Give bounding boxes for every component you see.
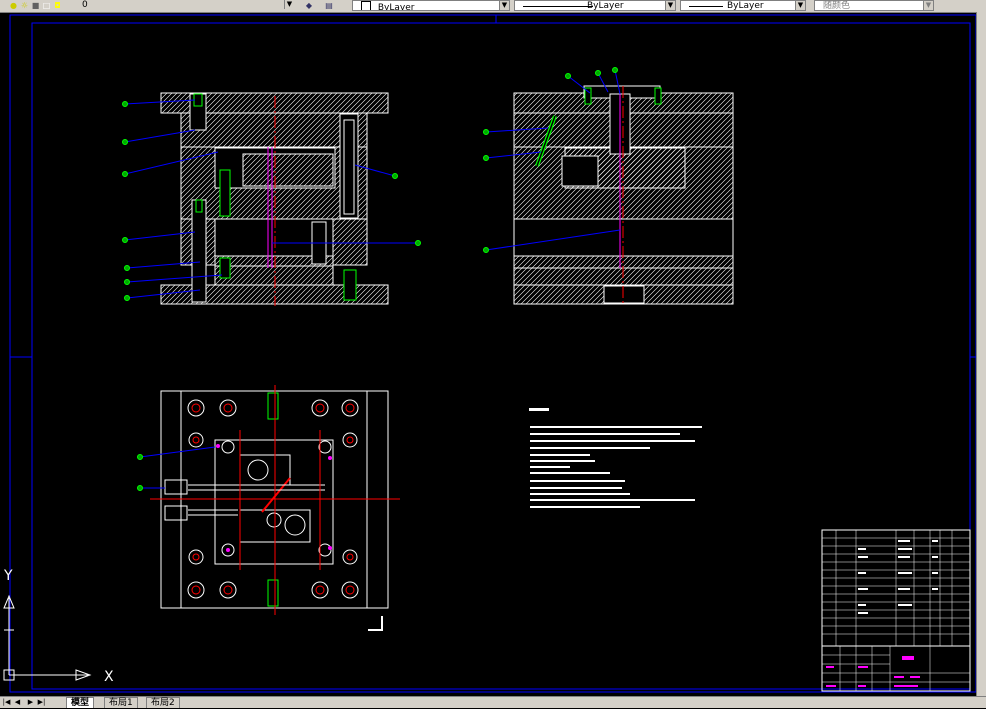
title-frame <box>821 645 971 692</box>
lineweight-preview <box>689 6 723 7</box>
vertical-scrollbar[interactable] <box>976 12 986 696</box>
plan-balloons[interactable] <box>137 454 143 491</box>
drawing-canvas[interactable]: X Y <box>0 12 986 696</box>
layer-lock-icon[interactable]: ■ <box>31 1 40 10</box>
cavity-plate <box>180 112 368 148</box>
title-block[interactable] <box>821 529 971 692</box>
linetype-preview <box>523 6 593 7</box>
prev-tab-icon[interactable]: ◀ <box>13 698 22 707</box>
side-knockout-hole <box>603 285 645 304</box>
water-fitting-bottom <box>164 505 188 521</box>
next-tab-icon[interactable]: ▶ <box>26 698 35 707</box>
plan-view[interactable] <box>137 385 401 631</box>
ejector-plate <box>214 265 334 286</box>
core-insert <box>242 153 334 187</box>
layer-color-icon[interactable]: □ <box>42 1 51 10</box>
plan-leader-lines <box>139 446 216 489</box>
plan-guide-slot-top <box>267 392 279 420</box>
chevron-down-icon[interactable]: ▼ <box>795 1 805 10</box>
chevron-down-icon[interactable]: ▼ <box>665 1 675 10</box>
chevron-down-icon[interactable]: ▼ <box>499 1 509 10</box>
layer-lightbulb-icon[interactable]: ◘ <box>53 1 62 10</box>
ucs-icon <box>3 594 92 681</box>
lineweight-dropdown[interactable]: ByLayer ▼ <box>680 0 806 11</box>
water-fitting-top <box>164 479 188 495</box>
title-grid <box>822 646 970 691</box>
sprue-screw-right <box>654 87 662 105</box>
guide-bushing-right <box>343 119 355 215</box>
layer-value: 0 <box>82 0 88 10</box>
chevron-down-icon[interactable]: ▼ <box>284 0 294 9</box>
return-pin-head <box>195 199 203 213</box>
plan-core-circle-c <box>266 512 282 528</box>
lineweight-value: ByLayer <box>727 1 764 11</box>
chevron-down-icon[interactable]: ▼ <box>923 1 933 10</box>
return-pin <box>191 199 207 303</box>
ucs-y-label: Y <box>3 568 13 584</box>
layout-tab-bar: |◀ ◀ ▶ ▶| 模型 布局1 布局2 <box>0 696 986 708</box>
linetype-dropdown[interactable]: ByLayer ▼ <box>514 0 676 11</box>
side-slider-gap <box>561 155 599 187</box>
ucs-x-label: X <box>104 669 114 685</box>
plan-core-circle-b <box>284 514 306 536</box>
ejector-screw <box>343 269 357 301</box>
layer-sun-icon[interactable]: ☼ <box>20 1 29 10</box>
first-tab-icon[interactable]: |◀ <box>2 698 11 707</box>
last-tab-icon[interactable]: ▶| <box>37 698 46 707</box>
socket-screw-top-head <box>193 93 203 107</box>
inner-border <box>31 22 971 690</box>
side-section-view[interactable] <box>483 67 734 307</box>
plotstyle-value: 随颜色 <box>823 1 851 11</box>
spacer-block-right <box>332 218 368 266</box>
plotstyle-dropdown[interactable]: 随颜色 ▼ <box>814 0 934 11</box>
layer-stack-icon[interactable]: ▤ <box>322 1 336 10</box>
socket-screw-left <box>219 169 231 217</box>
layer-lightbulb-icon[interactable]: ● <box>9 1 18 10</box>
layer-dropdown[interactable]: 0 ▼ <box>64 0 296 11</box>
tab-layout2[interactable]: 布局2 <box>146 697 180 708</box>
tab-model[interactable]: 模型 <box>66 697 95 708</box>
plan-core-circle-a <box>247 459 269 481</box>
color-dropdown[interactable]: ByLayer ▼ <box>352 0 510 11</box>
front-section-view[interactable] <box>122 92 421 306</box>
parts-list-grid <box>822 530 970 646</box>
parts-list-entries <box>858 540 938 614</box>
plan-guide-slot-bottom <box>267 579 279 607</box>
color-value: ByLayer <box>377 3 415 11</box>
color-swatch <box>361 1 371 10</box>
technical-notes <box>529 408 702 508</box>
tab-layout1[interactable]: 布局1 <box>104 697 138 708</box>
layer-prev-icon[interactable]: ◆ <box>302 1 316 10</box>
plan-cavity <box>214 439 334 565</box>
outer-border <box>9 14 977 693</box>
view-arrow-symbol <box>368 616 383 631</box>
plan-runner <box>261 477 291 513</box>
sheet-border <box>9 14 977 693</box>
